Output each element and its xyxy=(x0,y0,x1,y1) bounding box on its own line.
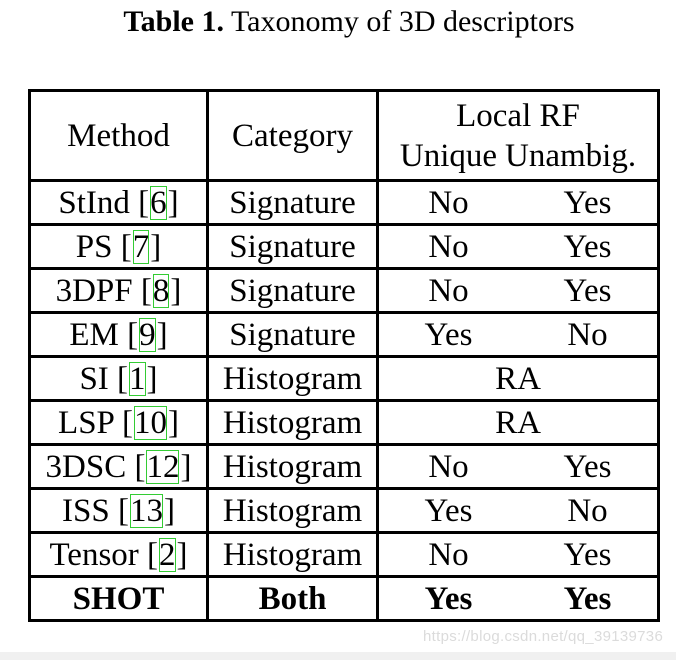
method-cell: SI [1] xyxy=(28,355,209,402)
category-cell: Signature xyxy=(206,223,379,270)
table-row-shot: SHOT Both Yes Yes xyxy=(28,575,660,622)
local-rf-cell: Yes Yes xyxy=(376,575,660,622)
table-row: 3DPF [8] Signature No Yes xyxy=(28,267,660,314)
table-row: ISS [13] Histogram Yes No xyxy=(28,487,660,534)
citation-link[interactable]: 9 xyxy=(138,317,157,353)
method-name: EM xyxy=(69,316,128,353)
method-name: 3DPF xyxy=(55,272,141,309)
method-name: StInd xyxy=(58,184,139,221)
method-name: ISS xyxy=(62,492,118,529)
header-category: Category xyxy=(206,89,379,182)
unique-value: No xyxy=(428,184,469,221)
local-rf-cell: Yes No xyxy=(376,311,660,358)
unique-value: No xyxy=(428,228,469,265)
table-row: PS [7] Signature No Yes xyxy=(28,223,660,270)
category-cell: Histogram xyxy=(206,443,379,490)
method-cell: PS [7] xyxy=(28,223,209,270)
unambig-value: Yes xyxy=(563,228,612,265)
unambig-value: No xyxy=(567,492,608,529)
unambig-value: Yes xyxy=(563,448,612,485)
method-cell: 3DSC [12] xyxy=(28,443,209,490)
local-rf-merged-cell: RA xyxy=(376,399,660,446)
local-rf-merged-cell: RA xyxy=(376,355,660,402)
header-unique: Unique xyxy=(399,137,498,174)
table-row: 3DSC [12] Histogram No Yes xyxy=(28,443,660,490)
local-rf-cell: No Yes xyxy=(376,267,660,314)
citation-link[interactable]: 13 xyxy=(129,493,164,529)
category-cell: Signature xyxy=(206,267,379,314)
method-cell: StInd [6] xyxy=(28,179,209,226)
category-cell: Histogram xyxy=(206,399,379,446)
method-cell: EM [9] xyxy=(28,311,209,358)
caption-text: Taxonomy of 3D descriptors xyxy=(223,5,575,38)
method-name: SI xyxy=(79,360,118,397)
header-unambig: Unambig. xyxy=(505,137,637,174)
citation-link[interactable]: 10 xyxy=(133,405,168,441)
table-caption: Table 1. Taxonomy of 3D descriptors xyxy=(0,4,676,40)
citation-link[interactable]: 1 xyxy=(128,361,147,397)
unique-value: No xyxy=(428,536,469,573)
table-row: StInd [6] Signature No Yes xyxy=(28,179,660,226)
method-cell: ISS [13] xyxy=(28,487,209,534)
table-row: LSP [10] Histogram RA xyxy=(28,399,660,446)
header-local-rf: Local RF Unique Unambig. xyxy=(376,89,660,182)
unambig-value: No xyxy=(567,316,608,353)
header-method: Method xyxy=(28,89,209,182)
method-cell: LSP [10] xyxy=(28,399,209,446)
citation-link[interactable]: 12 xyxy=(145,449,180,485)
method-name: 3DSC xyxy=(45,448,135,485)
table-row: Tensor [2] Histogram No Yes xyxy=(28,531,660,578)
header-local-rf-title: Local RF xyxy=(456,97,580,134)
unique-value: Yes xyxy=(424,580,473,617)
unique-value: No xyxy=(428,272,469,309)
bottom-strip xyxy=(0,652,676,660)
category-cell: Signature xyxy=(206,179,379,226)
citation-link[interactable]: 6 xyxy=(149,185,168,221)
watermark: https://blog.csdn.net/qq_39139736 xyxy=(423,628,664,645)
table-row: EM [9] Signature Yes No xyxy=(28,311,660,358)
unambig-value: Yes xyxy=(563,580,612,617)
method-name: PS xyxy=(75,228,121,265)
category-cell: Histogram xyxy=(206,531,379,578)
local-rf-cell: Yes No xyxy=(376,487,660,534)
citation-link[interactable]: 2 xyxy=(158,537,177,573)
local-rf-cell: No Yes xyxy=(376,531,660,578)
category-cell: Histogram xyxy=(206,355,379,402)
header-row: Method Category Local RF Unique Unambig. xyxy=(28,89,660,182)
method-cell: SHOT xyxy=(28,575,209,622)
unique-value: No xyxy=(428,448,469,485)
table-row: SI [1] Histogram RA xyxy=(28,355,660,402)
method-cell: Tensor [2] xyxy=(28,531,209,578)
category-cell: Both xyxy=(206,575,379,622)
unambig-value: Yes xyxy=(563,272,612,309)
method-name: LSP xyxy=(58,404,122,441)
citation-link[interactable]: 8 xyxy=(152,273,171,309)
category-cell: Signature xyxy=(206,311,379,358)
unambig-value: Yes xyxy=(563,184,612,221)
unambig-value: Yes xyxy=(563,536,612,573)
descriptor-taxonomy-table: Method Category Local RF Unique Unambig. … xyxy=(28,89,660,622)
unique-value: Yes xyxy=(424,492,473,529)
unique-value: Yes xyxy=(424,316,473,353)
header-local-rf-subheaders: Unique Unambig. xyxy=(379,136,657,176)
local-rf-cell: No Yes xyxy=(376,223,660,270)
category-cell: Histogram xyxy=(206,487,379,534)
citation-link[interactable]: 7 xyxy=(132,229,151,265)
method-name: Tensor xyxy=(49,536,148,573)
method-cell: 3DPF [8] xyxy=(28,267,209,314)
local-rf-cell: No Yes xyxy=(376,443,660,490)
caption-label: Table 1. xyxy=(123,5,224,38)
local-rf-cell: No Yes xyxy=(376,179,660,226)
